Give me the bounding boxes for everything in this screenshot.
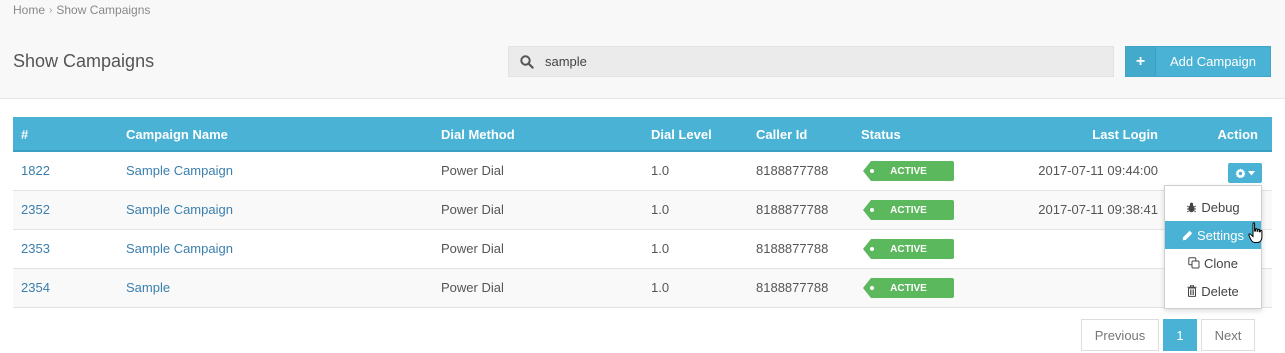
- menu-item-settings[interactable]: Settings: [1165, 221, 1261, 249]
- header-action: Action: [1217, 127, 1258, 142]
- badge-dot: [870, 286, 874, 290]
- menu-item-clone-label: Clone: [1204, 255, 1238, 271]
- add-campaign-label: Add Campaign: [1170, 54, 1256, 69]
- header-dial-level[interactable]: Dial Level: [651, 127, 712, 142]
- header-id[interactable]: #: [21, 127, 28, 142]
- campaign-id-link[interactable]: 2353: [21, 241, 50, 256]
- menu-item-settings-label: Settings: [1197, 227, 1244, 243]
- table-header: # Campaign Name Dial Method Dial Level C…: [13, 117, 1272, 152]
- dial-level-cell: 1.0: [651, 280, 670, 295]
- campaign-name-link[interactable]: Sample Campaign: [126, 202, 233, 217]
- status-badge: ACTIVE: [863, 278, 954, 298]
- table-row: 2354 Sample Power Dial 1.0 8188877788 AC…: [13, 269, 1272, 308]
- last-login-cell: 2017-07-11 09:38:41: [1038, 202, 1158, 217]
- bug-icon: [1187, 202, 1197, 212]
- table-row: 2353 Sample Campaign Power Dial 1.0 8188…: [13, 230, 1272, 269]
- menu-item-debug[interactable]: Debug: [1165, 193, 1261, 221]
- menu-item-clone[interactable]: Clone: [1165, 249, 1261, 277]
- table-row: 1822 Sample Campaign Power Dial 1.0 8188…: [13, 152, 1272, 191]
- campaign-name-link[interactable]: Sample Campaign: [126, 241, 233, 256]
- action-menu-button[interactable]: [1228, 163, 1262, 183]
- campaign-name-link[interactable]: Sample: [126, 280, 170, 295]
- header-last-login[interactable]: Last Login: [1092, 127, 1158, 142]
- campaigns-table: # Campaign Name Dial Method Dial Level C…: [13, 117, 1272, 308]
- pencil-icon: [1182, 230, 1193, 240]
- add-campaign-button[interactable]: + Add Campaign: [1125, 46, 1271, 77]
- dial-method-cell: Power Dial: [441, 241, 504, 256]
- header-dial-method[interactable]: Dial Method: [441, 127, 515, 142]
- pagination-previous[interactable]: Previous: [1081, 319, 1159, 351]
- dial-level-cell: 1.0: [651, 163, 670, 178]
- menu-item-delete-label: Delete: [1201, 283, 1239, 299]
- header-status[interactable]: Status: [861, 127, 901, 142]
- badge-dot: [870, 169, 874, 173]
- header-campaign-name[interactable]: Campaign Name: [126, 127, 228, 142]
- trash-icon: [1187, 285, 1197, 297]
- page-header: Home › Show Campaigns Show Campaigns + A…: [0, 0, 1285, 99]
- search-icon: [509, 54, 545, 69]
- status-badge-label: ACTIVE: [890, 165, 927, 177]
- copy-icon: [1188, 257, 1200, 269]
- dial-method-cell: Power Dial: [441, 163, 504, 178]
- pagination-page-1[interactable]: 1: [1163, 319, 1197, 351]
- badge-dot: [870, 208, 874, 212]
- status-badge-label: ACTIVE: [890, 243, 927, 255]
- pagination-next[interactable]: Next: [1201, 319, 1255, 351]
- caller-id-cell: 8188877788: [756, 280, 829, 295]
- pagination: Previous 1 Next: [1081, 319, 1255, 351]
- dial-method-cell: Power Dial: [441, 280, 504, 295]
- dial-method-cell: Power Dial: [441, 202, 504, 217]
- caret-down-icon: [1248, 170, 1255, 175]
- status-badge-label: ACTIVE: [890, 282, 927, 294]
- caller-id-cell: 8188877788: [756, 202, 829, 217]
- dial-level-cell: 1.0: [651, 202, 670, 217]
- breadcrumb-current: Show Campaigns: [56, 3, 151, 17]
- caller-id-cell: 8188877788: [756, 241, 829, 256]
- breadcrumb: Home › Show Campaigns: [13, 3, 150, 17]
- campaign-id-link[interactable]: 2352: [21, 202, 50, 217]
- status-badge: ACTIVE: [863, 200, 954, 220]
- menu-item-delete[interactable]: Delete: [1165, 277, 1261, 305]
- campaign-name-link[interactable]: Sample Campaign: [126, 163, 233, 178]
- status-badge-label: ACTIVE: [890, 204, 927, 216]
- header-caller-id[interactable]: Caller Id: [756, 127, 807, 142]
- campaign-id-link[interactable]: 2354: [21, 280, 50, 295]
- hand-cursor-icon: [1248, 222, 1264, 249]
- breadcrumb-home[interactable]: Home: [13, 3, 45, 17]
- last-login-cell: 2017-07-11 09:44:00: [1038, 163, 1158, 178]
- plus-icon: +: [1126, 47, 1156, 76]
- menu-item-debug-label: Debug: [1201, 199, 1240, 215]
- dial-level-cell: 1.0: [651, 241, 670, 256]
- status-badge: ACTIVE: [863, 239, 954, 259]
- campaign-id-link[interactable]: 1822: [21, 163, 50, 178]
- badge-dot: [870, 247, 874, 251]
- status-badge: ACTIVE: [863, 161, 954, 181]
- caller-id-cell: 8188877788: [756, 163, 829, 178]
- breadcrumb-separator: ›: [49, 4, 53, 16]
- search-input[interactable]: [545, 47, 1113, 76]
- page-title: Show Campaigns: [13, 51, 155, 71]
- gear-icon: [1235, 167, 1246, 178]
- search-box[interactable]: [508, 46, 1114, 77]
- table-row: 2352 Sample Campaign Power Dial 1.0 8188…: [13, 191, 1272, 230]
